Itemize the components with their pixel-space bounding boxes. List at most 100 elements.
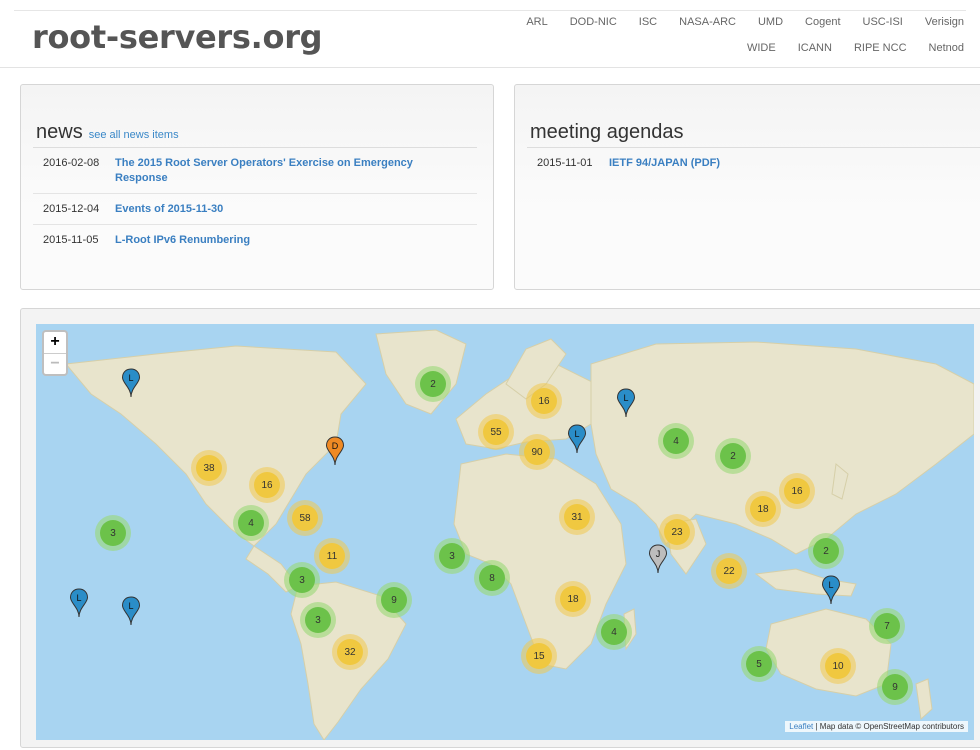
attribution-text: | Map data © OpenStreetMap contributors xyxy=(813,722,965,731)
marker-cluster[interactable]: 2 xyxy=(715,438,751,474)
marker-cluster[interactable]: 2 xyxy=(808,533,844,569)
nav-link-wide[interactable]: WIDE xyxy=(736,42,787,54)
cluster-count: 18 xyxy=(560,586,586,612)
nav-link-cogent[interactable]: Cogent xyxy=(794,16,851,28)
news-item: 2016-02-08 The 2015 Root Server Operator… xyxy=(33,148,477,194)
meeting-item: 2015-11-01 IETF 94/JAPAN (PDF) xyxy=(527,148,980,178)
cluster-count: 23 xyxy=(664,519,690,545)
root-server-marker-icon[interactable]: L xyxy=(616,388,636,418)
meeting-agendas-panel: meeting agendas 2015-11-01 IETF 94/JAPAN… xyxy=(514,84,980,290)
news-list: 2016-02-08 The 2015 Root Server Operator… xyxy=(33,147,477,255)
operator-nav-row-1: ARL DOD-NIC ISC NASA-ARC UMD Cogent USC-… xyxy=(515,16,964,28)
cluster-count: 16 xyxy=(254,472,280,498)
marker-cluster[interactable]: 4 xyxy=(658,423,694,459)
marker-cluster[interactable]: 90 xyxy=(519,434,555,470)
cluster-count: 7 xyxy=(874,613,900,639)
cluster-count: 32 xyxy=(337,639,363,665)
site-logo[interactable]: root-servers.org xyxy=(32,18,323,56)
cluster-count: 22 xyxy=(716,558,742,584)
cluster-count: 55 xyxy=(483,419,509,445)
marker-cluster[interactable]: 7 xyxy=(869,608,905,644)
marker-cluster[interactable]: 16 xyxy=(249,467,285,503)
news-link[interactable]: Events of 2015-11-30 xyxy=(115,202,455,217)
marker-cluster[interactable]: 32 xyxy=(332,634,368,670)
cluster-count: 31 xyxy=(564,504,590,530)
cluster-count: 9 xyxy=(882,674,908,700)
marker-cluster[interactable]: 31 xyxy=(559,499,595,535)
root-server-marker-icon[interactable]: L xyxy=(821,575,841,605)
cluster-count: 2 xyxy=(720,443,746,469)
marker-cluster[interactable]: 18 xyxy=(555,581,591,617)
marker-cluster[interactable]: 22 xyxy=(711,553,747,589)
marker-cluster[interactable]: 38 xyxy=(191,450,227,486)
marker-cluster[interactable]: 9 xyxy=(376,582,412,618)
marker-letter: L xyxy=(76,593,81,603)
cluster-count: 58 xyxy=(292,505,318,531)
marker-cluster[interactable]: 55 xyxy=(478,414,514,450)
cluster-count: 18 xyxy=(750,496,776,522)
marker-cluster[interactable]: 3 xyxy=(284,562,320,598)
nav-link-verisign[interactable]: Verisign xyxy=(914,16,964,28)
nav-link-dod-nic[interactable]: DOD-NIC xyxy=(559,16,628,28)
marker-cluster[interactable]: 3 xyxy=(434,538,470,574)
marker-cluster[interactable]: 58 xyxy=(287,500,323,536)
header-rule xyxy=(14,10,966,11)
zoom-out-button[interactable]: − xyxy=(44,354,66,375)
marker-cluster[interactable]: 10 xyxy=(820,648,856,684)
nav-link-nasa-arc[interactable]: NASA-ARC xyxy=(668,16,747,28)
cluster-count: 9 xyxy=(381,587,407,613)
marker-cluster[interactable]: 11 xyxy=(314,538,350,574)
meeting-date: 2015-11-01 xyxy=(537,157,593,169)
marker-letter: L xyxy=(128,373,133,383)
root-server-marker-icon[interactable]: L xyxy=(121,596,141,626)
marker-cluster[interactable]: 18 xyxy=(745,491,781,527)
root-server-marker-icon[interactable]: D xyxy=(325,436,345,466)
root-server-marker-icon[interactable]: L xyxy=(121,368,141,398)
root-server-marker-icon[interactable]: L xyxy=(567,424,587,454)
marker-cluster[interactable]: 16 xyxy=(779,473,815,509)
news-date: 2015-11-05 xyxy=(43,234,99,246)
news-link[interactable]: The 2015 Root Server Operators' Exercise… xyxy=(115,156,455,186)
cluster-count: 2 xyxy=(420,371,446,397)
nav-link-netnod[interactable]: Netnod xyxy=(918,42,964,54)
cluster-count: 4 xyxy=(663,428,689,454)
nav-link-usc-isi[interactable]: USC-ISI xyxy=(852,16,914,28)
root-server-marker-icon[interactable]: J xyxy=(648,544,668,574)
cluster-count: 3 xyxy=(289,567,315,593)
marker-cluster[interactable]: 2 xyxy=(415,366,451,402)
marker-letter: L xyxy=(828,580,833,590)
cluster-count: 4 xyxy=(601,619,627,645)
cluster-count: 5 xyxy=(746,651,772,677)
marker-cluster[interactable]: 16 xyxy=(526,383,562,419)
news-link[interactable]: L-Root IPv6 Renumbering xyxy=(115,233,455,248)
marker-cluster[interactable]: 15 xyxy=(521,638,557,674)
cluster-count: 3 xyxy=(100,520,126,546)
nav-link-isc[interactable]: ISC xyxy=(628,16,668,28)
nav-link-ripe-ncc[interactable]: RIPE NCC xyxy=(843,42,918,54)
cluster-count: 16 xyxy=(531,388,557,414)
cluster-count: 10 xyxy=(825,653,851,679)
marker-cluster[interactable]: 5 xyxy=(741,646,777,682)
see-all-news-link[interactable]: see all news items xyxy=(89,129,179,141)
marker-cluster[interactable]: 3 xyxy=(300,602,336,638)
marker-letter: D xyxy=(332,441,339,451)
nav-link-umd[interactable]: UMD xyxy=(747,16,794,28)
cluster-count: 3 xyxy=(305,607,331,633)
cluster-count: 90 xyxy=(524,439,550,465)
zoom-in-button[interactable]: + xyxy=(44,332,66,354)
nav-link-icann[interactable]: ICANN xyxy=(787,42,843,54)
meeting-link[interactable]: IETF 94/JAPAN (PDF) xyxy=(609,156,949,171)
cluster-count: 38 xyxy=(196,455,222,481)
marker-letter: L xyxy=(623,393,628,403)
marker-cluster[interactable]: 4 xyxy=(596,614,632,650)
marker-cluster[interactable]: 3 xyxy=(95,515,131,551)
operator-nav-row-2: WIDE ICANN RIPE NCC Netnod xyxy=(736,42,964,54)
marker-cluster[interactable]: 9 xyxy=(877,669,913,705)
marker-cluster[interactable]: 8 xyxy=(474,560,510,596)
nav-link-arl[interactable]: ARL xyxy=(515,16,558,28)
root-server-marker-icon[interactable]: L xyxy=(69,588,89,618)
leaflet-link[interactable]: Leaflet xyxy=(789,722,813,731)
cluster-count: 16 xyxy=(784,478,810,504)
marker-cluster[interactable]: 4 xyxy=(233,505,269,541)
news-title: news xyxy=(36,121,83,143)
